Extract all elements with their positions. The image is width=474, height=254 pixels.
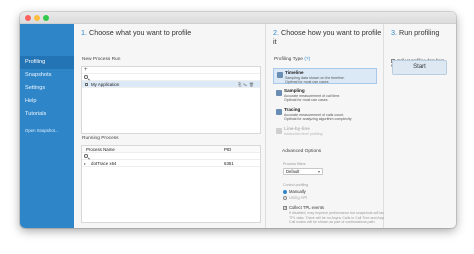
radio-api-label: Using API [289,195,308,200]
sidebar-item-help[interactable]: Help [20,95,74,108]
step3-number: 3. [391,28,397,37]
collect-tpl-label: Collect TPL events [289,205,324,210]
type-name: Sampling [284,88,305,93]
application-icon [85,83,88,86]
running-process-label: Running Process [82,136,119,141]
tpl-note: If disabled, may improve performance but… [289,211,388,224]
type-desc: Instruction level profiling [284,132,323,136]
tracing-icon [276,109,282,115]
sidebar-item-snapshots[interactable]: Snapshots [20,69,74,82]
maximize-window-button[interactable] [43,15,49,21]
row-tools: ⎘✎🗑 [238,81,256,88]
expand-icon[interactable]: ▸ [84,160,86,167]
type-desc: Optimal for most use cases [285,80,329,84]
step1-title: 1. Choose what you want to profile [81,28,191,37]
app-name: My Application [91,82,120,87]
app-window: Profiling Snapshots Settings Help Tutori… [20,12,456,228]
search-row[interactable] [82,74,260,81]
search-icon [84,75,88,79]
search-icon [84,154,88,158]
control-profiling-label: Control profiling [283,183,309,187]
column-process-name: Process Name [86,147,115,152]
timeline-icon [277,72,283,78]
table-row[interactable]: ▸ dotTrace x64 6351 [82,160,260,167]
advanced-options-label: Advanced Options [282,149,322,154]
type-option-sampling[interactable]: Sampling Accurate measurement of call ti… [273,87,377,103]
process-pid: 6351 [224,161,234,166]
step1-number: 1. [81,28,87,37]
radio-api[interactable] [283,195,287,200]
sidebar-item-settings[interactable]: Settings [20,82,74,95]
search-row[interactable] [82,153,260,160]
collect-tpl-option[interactable]: Collect TPL events [283,205,324,210]
type-option-line-by-line[interactable]: Line-by-line Instruction level profiling [273,125,377,141]
type-name: Tracing [284,107,301,112]
step3-title-text: Run profiling [399,28,440,37]
help-mark-icon[interactable]: (?) [304,57,310,62]
type-name: Timeline [285,70,304,75]
delete-icon[interactable]: 🗑 [249,82,256,87]
type-option-tracing[interactable]: Tracing Accurate measurement of calls co… [273,106,377,122]
line-by-line-icon [276,128,282,134]
column-pid: PID [224,147,232,152]
sidebar-item-profiling[interactable]: Profiling [20,56,74,69]
profiling-type-text: Profiling Type [274,57,303,62]
running-process-panel: Process Name PID ▸ dotTrace x64 6351 [81,145,261,223]
close-window-button[interactable] [25,15,31,21]
sampling-icon [276,90,282,96]
type-name: Line-by-line [284,126,310,131]
control-api-option[interactable]: Using API [283,195,307,200]
process-filter-select[interactable]: Default [283,168,323,175]
radio-manually-label: Manually [289,189,306,194]
title-bar [20,12,456,24]
collect-tpl-checkbox[interactable] [283,205,287,210]
step2-title: 2. Choose how you want to profile it [273,28,383,46]
new-run-label: New Process Run [82,57,121,62]
sidebar: Profiling Snapshots Settings Help Tutori… [20,24,74,228]
start-button[interactable]: Start [392,60,447,75]
type-option-timeline[interactable]: Timeline Sampling data shown on the time… [273,68,377,84]
step2-number: 2. [273,28,279,37]
add-row[interactable]: + [82,67,260,74]
table-header: Process Name PID [82,146,260,153]
add-icon[interactable]: + [84,67,88,74]
list-item[interactable]: My Application ⎘✎🗑 [82,81,260,88]
profiling-type-label: Profiling Type (?) [274,57,310,62]
radio-manually[interactable] [283,189,287,194]
control-manually-option[interactable]: Manually [283,189,306,194]
process-name: dotTrace x64 [91,161,117,166]
open-snapshot-link[interactable]: Open Snapshot... [25,128,58,133]
new-run-panel: + My Application ⎘✎🗑 [81,66,261,134]
process-filters-label: Process filters [283,162,306,166]
target-column: 1. Choose what you want to profile New P… [74,24,266,228]
type-desc: Optimal for most use cases [284,98,328,102]
step3-title: 3. Run profiling [391,28,439,37]
step2-title-text: Choose how you want to profile it [273,28,382,46]
step1-title-text: Choose what you want to profile [89,28,192,37]
minimize-window-button[interactable] [34,15,40,21]
run-column: 3. Run profiling Collect profiling data … [384,24,456,228]
sidebar-item-tutorials[interactable]: Tutorials [20,108,74,121]
type-desc: Optimal for analyzing algorithm complexi… [284,117,352,121]
